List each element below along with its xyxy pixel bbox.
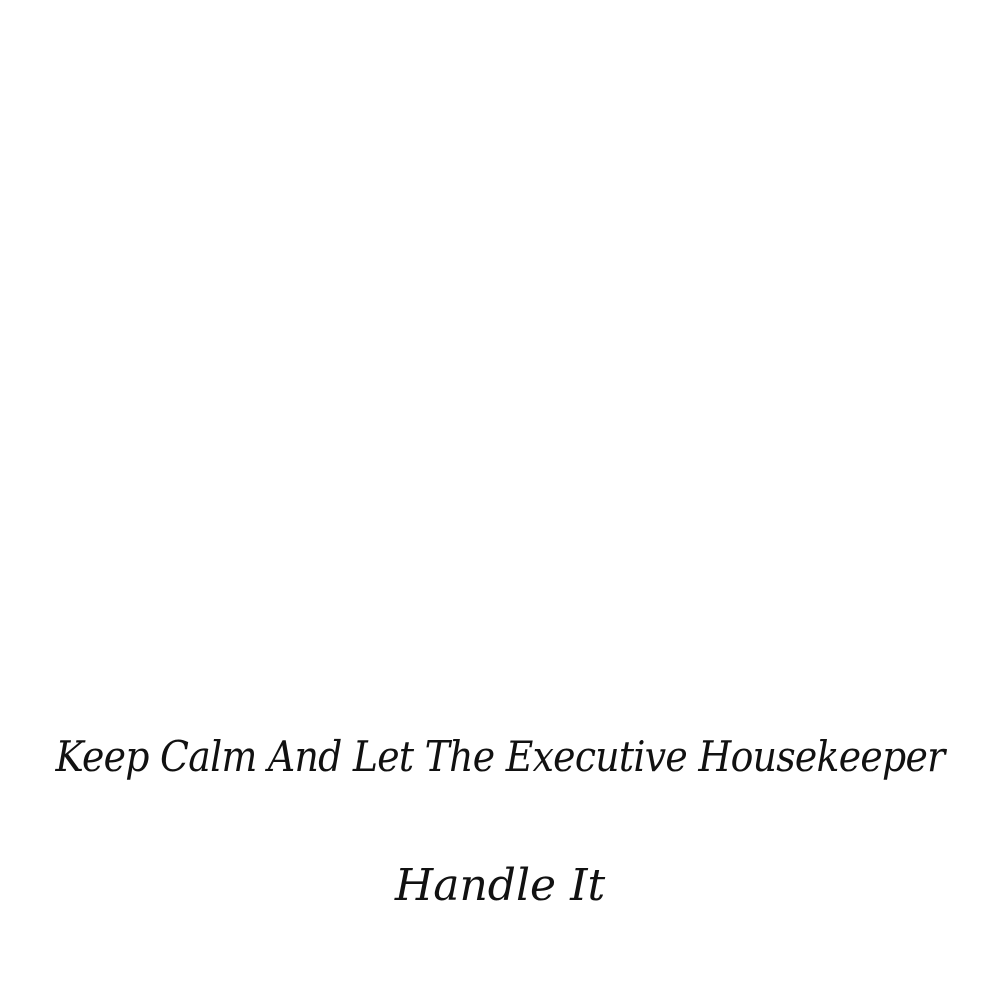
quote-line-1: Keep Calm And Let The Executive Housekee… (55, 732, 945, 781)
quote-canvas: Keep Calm And Let The Executive Housekee… (0, 0, 1000, 1000)
quote-line-2: Handle It (394, 860, 606, 911)
